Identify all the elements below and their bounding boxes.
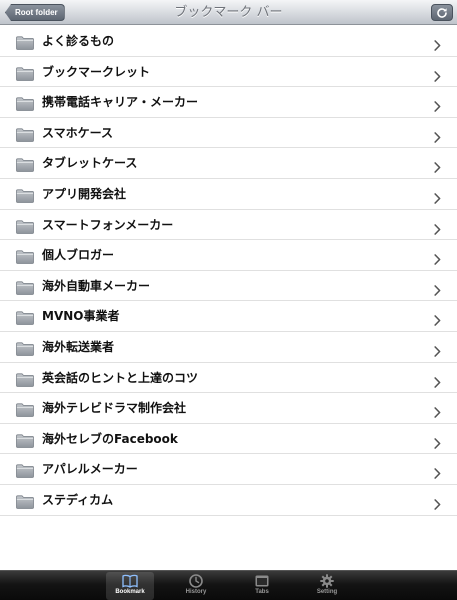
chevron-right-icon (434, 464, 441, 480)
folder-icon (16, 249, 34, 265)
folder-icon (16, 494, 34, 509)
bookmark-folder-row[interactable]: よく診るもの (0, 26, 457, 57)
bookmark-folder-label: 海外転送業者 (42, 339, 115, 354)
tab-label: Tabs (255, 589, 269, 595)
bookmark-folder-label: 個人ブロガー (42, 248, 115, 263)
bookmark-folder-label: 携帯電話キャリア・メーカー (42, 95, 199, 110)
chevron-right-icon (434, 495, 441, 510)
bookmark-folder-row[interactable]: スマートフォンメーカー (0, 210, 457, 241)
chevron-right-icon (434, 67, 441, 82)
bookmark-folder-label: 海外テレビドラマ制作会社 (42, 401, 187, 416)
page-title: ブックマーク バー (174, 5, 283, 20)
tab-label: Setting (316, 589, 338, 595)
folder-icon (16, 127, 34, 142)
refresh-button[interactable] (431, 4, 453, 21)
bookmark-folder-label: ブックマークレット (42, 64, 151, 79)
chevron-right-icon (434, 342, 441, 357)
bookmark-folder-row[interactable]: ブックマークレット (0, 57, 457, 88)
tab-history[interactable]: History (172, 572, 220, 600)
bookmark-folder-label: スマホケース (42, 125, 114, 140)
bookmark-folder-row[interactable]: アプリ開発会社 (0, 179, 457, 210)
bookmark-folder-label: アプリ開発会社 (42, 186, 127, 201)
folder-icon (16, 372, 34, 387)
chevron-right-icon (434, 311, 441, 327)
chevron-right-icon (434, 36, 441, 51)
folder-icon (16, 402, 34, 418)
chevron-right-icon (434, 220, 441, 235)
bookmark-list: よく診るものブックマークレット携帯電話キャリア・メーカー スマホケースタブレットケ… (0, 26, 457, 516)
bookmark-folder-label: アパレルメーカー (42, 462, 138, 477)
gear-icon (303, 574, 351, 588)
bookmark-folder-label: MVNO事業者 (42, 309, 120, 324)
folder-icon (16, 66, 34, 81)
navigation-bar: Root folder ブックマーク バー (0, 0, 457, 25)
bookmark-folder-label: 海外自動車メーカー (42, 278, 151, 293)
tab-setting[interactable]: Setting (303, 572, 351, 600)
book-icon (106, 574, 154, 588)
chevron-right-icon (434, 128, 441, 143)
bookmark-folder-row[interactable]: 海外自動車メーカー (0, 271, 457, 302)
folder-icon (16, 433, 34, 448)
bookmark-folder-row[interactable]: アパレルメーカー (0, 454, 457, 485)
folder-icon (16, 188, 34, 203)
chevron-right-icon (434, 403, 441, 418)
folder-icon (16, 219, 34, 234)
refresh-icon (437, 7, 447, 18)
bookmark-folder-label: ステディカム (42, 492, 114, 507)
bookmark-folder-label: 英会話のヒントと上達のコツ (42, 370, 199, 385)
tab-label: History (185, 589, 207, 595)
bookmark-folder-row[interactable]: タブレットケース (0, 148, 457, 179)
tab-label: Bookmark (115, 589, 145, 595)
bookmark-folder-row[interactable]: ステディカム (0, 485, 457, 516)
folder-icon (16, 463, 34, 479)
folder-icon (16, 96, 34, 112)
chevron-right-icon (434, 373, 441, 388)
tab-tabs[interactable]: Tabs (238, 572, 286, 600)
bookmark-folder-label: スマートフォンメーカー (42, 217, 174, 232)
tabs-icon (238, 574, 286, 588)
bookmark-folder-row[interactable]: 海外転送業者 (0, 332, 457, 363)
chevron-right-icon (434, 97, 441, 112)
tab-bookmark[interactable]: Bookmark (106, 572, 154, 600)
bookmark-folder-row[interactable]: 英会話のヒントと上達のコツ (0, 363, 457, 394)
folder-icon (16, 35, 34, 50)
bookmark-folder-row[interactable]: 携帯電話キャリア・メーカー (0, 87, 457, 118)
bookmark-folder-row[interactable]: 個人ブロガー (0, 240, 457, 271)
tab-bar: Bookmark History Tabs Setting (0, 570, 457, 600)
folder-icon (16, 157, 34, 173)
bookmark-folder-label: 海外セレブのFacebook (42, 431, 178, 446)
chevron-right-icon (434, 281, 441, 296)
bookmark-folder-row[interactable]: 海外テレビドラマ制作会社 (0, 393, 457, 424)
clock-icon (172, 574, 220, 588)
chevron-right-icon (434, 189, 441, 204)
bookmark-folder-label: よく診るもの (42, 34, 115, 48)
bookmark-folder-row[interactable]: スマホケース (0, 118, 457, 149)
folder-icon (16, 310, 34, 326)
bookmark-folder-label: タブレットケース (42, 156, 138, 171)
folder-icon (16, 280, 34, 295)
chevron-right-icon (434, 434, 441, 449)
folder-icon (16, 341, 34, 356)
chevron-right-icon (434, 158, 441, 174)
bookmark-folder-row[interactable]: MVNO事業者 (0, 301, 457, 332)
bookmark-folder-row[interactable]: 海外セレブのFacebook (0, 424, 457, 455)
chevron-right-icon (434, 250, 441, 265)
